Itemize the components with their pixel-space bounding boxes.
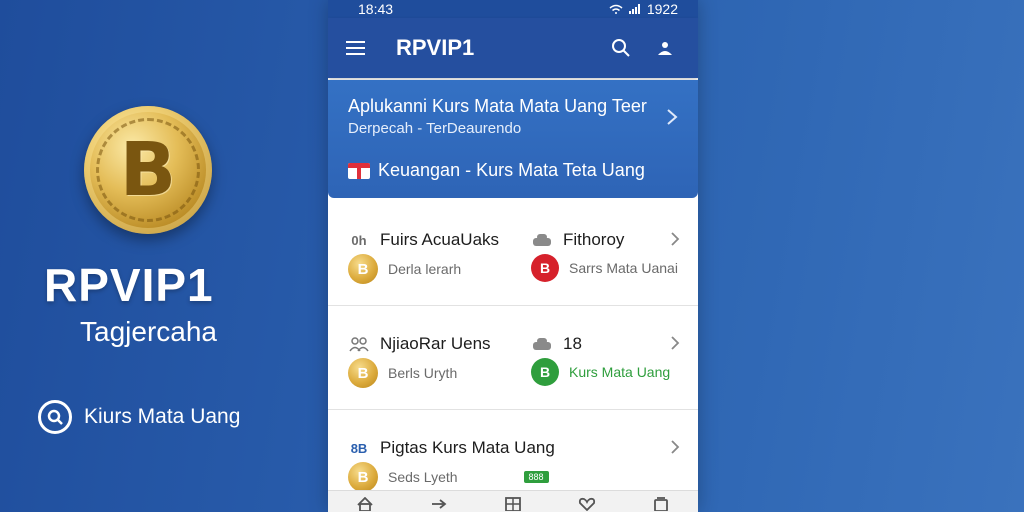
coin-badge-icon: B [348, 358, 378, 388]
green-coin-icon: B [531, 358, 559, 386]
item-subtitle: Sarrs Mata Uanai [569, 260, 678, 276]
people-icon [348, 336, 370, 352]
currency-code-icon: 8B [350, 440, 368, 456]
banner-title: Aplukanni Kurs Mata Mata Uang Teer [348, 96, 647, 116]
item-title: Fuirs AcuaUaks [380, 230, 500, 249]
cloud-icon [531, 232, 553, 248]
bitcoin-coin-icon: B [84, 106, 212, 234]
list-item[interactable]: 0h Fuirs AcuaUaks B Derla lerarh Fithoro… [328, 202, 698, 306]
list-item[interactable]: NjiaoRar Uens B Berls Uryth 18 B Kurs Ma… [328, 306, 698, 410]
list-cell-left: NjiaoRar Uens B Berls Uryth [348, 306, 528, 410]
list-cell-right: 18 B Kurs Mata Uang [531, 306, 681, 410]
status-bar: 18:43 1922 [328, 0, 698, 18]
item-title: NjiaoRar Uens [380, 334, 491, 353]
item-subtitle: Kurs Mata Uang [569, 364, 671, 380]
promo-link-label: Kiurs Mata Uang [84, 405, 241, 428]
chevron-right-icon[interactable] [670, 336, 680, 355]
app-title: RPVIP1 [396, 35, 475, 60]
promo-brand-title: RPVIP1 [44, 259, 214, 311]
hamburger-menu-icon[interactable] [346, 37, 368, 59]
magnifier-icon [38, 400, 72, 434]
chevron-right-icon[interactable] [670, 232, 680, 251]
cloud-icon [531, 336, 553, 352]
red-coin-icon: B [531, 254, 559, 282]
promo-link[interactable]: Kiurs Mata Uang [38, 400, 240, 434]
user-icon[interactable] [650, 33, 680, 63]
app-bar: RPVIP1 [328, 18, 698, 78]
status-badge: 888 [523, 471, 549, 483]
banner-subtitle: Derpecah - TerDeaurendo [348, 120, 522, 137]
arrow-right-icon[interactable] [427, 497, 451, 512]
item-title: Fithoroy [563, 230, 625, 249]
item-subtitle: Berls Uryth [388, 365, 458, 381]
heart-icon[interactable] [575, 497, 599, 512]
item-subtitle: Derla lerarh [388, 261, 462, 277]
wifi-icon [609, 4, 623, 14]
list-cell-right: Fithoroy B Sarrs Mata Uanai [531, 202, 681, 306]
item-title: Pigtas Kurs Mata Uang [380, 438, 555, 457]
bottom-navigation [328, 490, 698, 512]
search-icon[interactable] [606, 33, 636, 63]
home-icon[interactable] [353, 497, 377, 512]
banner-category-label: Keuangan - Kurs Mata Teta Uang [378, 160, 645, 180]
list-cell-left: 0h Fuirs AcuaUaks B Derla lerarh [348, 202, 528, 306]
promo-tagline: Tagjercaha [80, 316, 217, 347]
item-title: 18 [563, 334, 582, 353]
grid-icon[interactable] [501, 497, 525, 512]
chevron-right-icon[interactable] [670, 440, 680, 459]
chevron-right-icon [666, 108, 678, 131]
promo-banner[interactable]: Aplukanni Kurs Mata Mata Uang Teer Derpe… [328, 80, 698, 198]
status-time: 18:43 [358, 1, 394, 17]
wallet-icon[interactable] [649, 497, 673, 512]
coin-badge-icon: B [348, 462, 378, 492]
gift-icon [348, 162, 370, 179]
coin-glyph: B [119, 127, 177, 213]
status-indicators: 1922 [609, 1, 678, 17]
banner-category: Keuangan - Kurs Mata Teta Uang [348, 160, 645, 181]
signal-icon [628, 4, 640, 14]
item-subtitle: Seds Lyeth [388, 469, 458, 485]
coin-badge-icon: B [348, 254, 378, 284]
currency-code-icon: 0h [351, 232, 367, 248]
promo-panel: B RPVIP1 Tagjercaha Kiurs Mata Uang [0, 0, 320, 512]
battery-level: 1922 [646, 1, 678, 17]
phone-screen: 18:43 1922 RPVIP1 Aplukanni Kurs Mata Ma… [328, 0, 698, 512]
